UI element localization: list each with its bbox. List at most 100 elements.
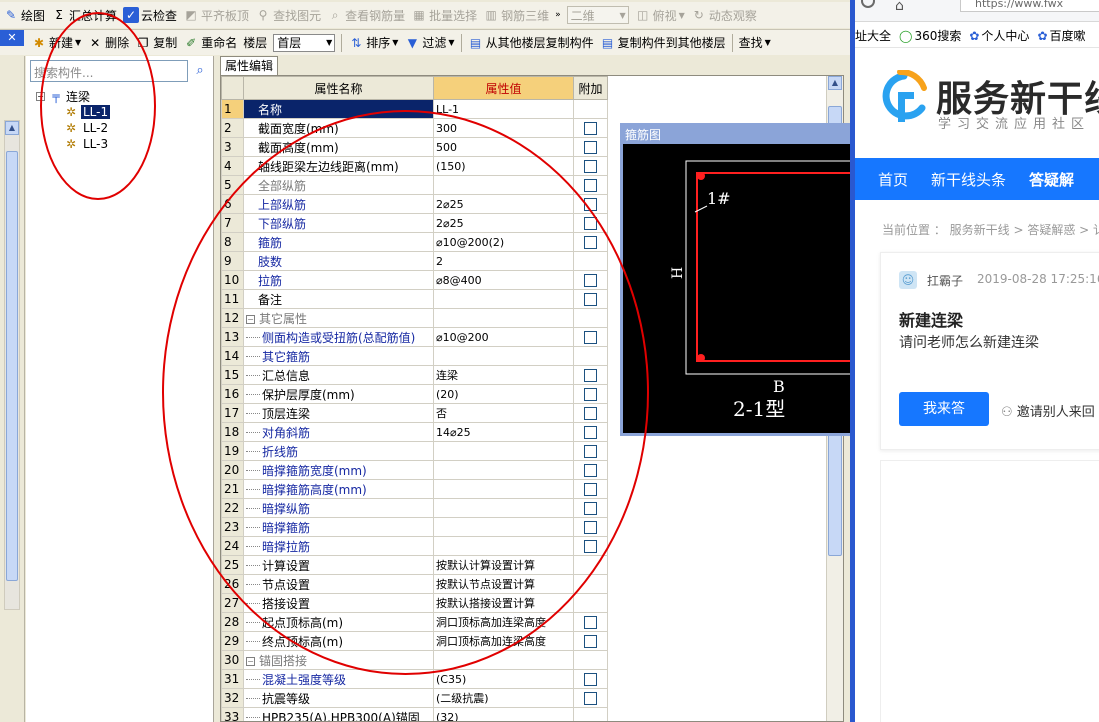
stirrup-window-title[interactable]: 箍筋图 (623, 126, 850, 144)
property-value[interactable]: ⌀8@400 (433, 270, 574, 290)
dynamic-view-button[interactable]: ↻ 动态观察 (688, 4, 760, 26)
property-row[interactable]: 1 名称 LL-1 (221, 99, 608, 119)
copy-to-floor-button[interactable]: ▤ 复制构件到其他楼层 (597, 32, 729, 54)
find-element-button[interactable]: ⚲ 查找图元 (252, 4, 324, 26)
property-row[interactable]: 5 全部纵筋 (221, 175, 608, 195)
home-icon[interactable]: ⌂ (895, 0, 904, 14)
property-row[interactable]: 28 起点顶标高(m) 洞口顶标高加连梁高度 (221, 612, 608, 632)
attach-checkbox[interactable] (584, 331, 597, 344)
property-row[interactable]: 3 截面高度(mm) 500 (221, 137, 608, 157)
property-row[interactable]: 6 上部纵筋 2⌀25 (221, 194, 608, 214)
property-value[interactable]: 2 (433, 251, 574, 271)
property-row[interactable]: 14 其它箍筋 (221, 346, 608, 366)
attach-checkbox[interactable] (584, 616, 597, 629)
property-row[interactable]: 33 HPB235(A),HPB300(A)锚固 (32) (221, 707, 608, 721)
attach-checkbox[interactable] (584, 521, 597, 534)
tree-root-lianliang[interactable]: − ╤ 连梁 (36, 88, 110, 104)
property-value[interactable]: 按默认搭接设置计算 (433, 593, 574, 613)
attach-checkbox[interactable] (584, 236, 597, 249)
url-input[interactable]: https://www.fwx (960, 0, 1099, 12)
search-icon[interactable]: ⌕ (190, 60, 210, 82)
cloud-check-button[interactable]: ✓ 云检查 (120, 4, 180, 26)
bookmark-item[interactable]: ◯ 360搜索 (899, 27, 961, 44)
attach-checkbox[interactable] (584, 445, 597, 458)
top-view-button[interactable]: ◫ 俯视 ▼ (632, 4, 688, 26)
attach-checkbox[interactable] (584, 483, 597, 496)
property-value[interactable]: 连梁 (433, 365, 574, 385)
property-row[interactable]: 27 搭接设置 按默认搭接设置计算 (221, 593, 608, 613)
nav-headlines[interactable]: 新干线头条 (931, 169, 1006, 190)
draw-button[interactable]: ✎ 绘图 (0, 4, 48, 26)
tree-item-ll-1[interactable]: ✲ LL-1 (36, 104, 111, 120)
scroll-up-icon[interactable]: ▲ (828, 76, 842, 90)
bookmark-item[interactable]: ✿ 百度嗽 (1037, 27, 1085, 44)
attach-checkbox[interactable] (584, 122, 597, 135)
property-value[interactable]: 2⌀25 (433, 213, 574, 233)
avatar[interactable]: ☺ (899, 271, 917, 289)
component-search-input[interactable]: 搜索构件... (30, 60, 188, 82)
property-row[interactable]: 11 备注 (221, 289, 608, 309)
property-row[interactable]: 29 终点顶标高(m) 洞口顶标高加连梁高度 (221, 631, 608, 651)
property-value[interactable]: (150) (433, 156, 574, 176)
attach-checkbox[interactable] (584, 369, 597, 382)
property-value[interactable] (433, 536, 574, 556)
property-value[interactable] (433, 346, 574, 366)
property-row[interactable]: 10 拉筋 ⌀8@400 (221, 270, 608, 290)
property-row[interactable]: 31 混凝土强度等级 (C35) (221, 669, 608, 689)
attach-checkbox[interactable] (584, 673, 597, 686)
attach-checkbox[interactable] (584, 198, 597, 211)
property-row[interactable]: 21 暗撑箍筋高度(mm) (221, 479, 608, 499)
property-value[interactable] (433, 460, 574, 480)
property-value[interactable] (433, 517, 574, 537)
property-row[interactable]: 23 暗撑箍筋 (221, 517, 608, 537)
property-row[interactable]: 15 汇总信息 连梁 (221, 365, 608, 385)
tree-item-ll-3[interactable]: ✲ LL-3 (36, 136, 110, 152)
attach-checkbox[interactable] (584, 464, 597, 477)
property-row[interactable]: 2 截面宽度(mm) 300 (221, 118, 608, 138)
property-row[interactable]: 9 肢数 2 (221, 251, 608, 271)
property-value[interactable]: ⌀10@200 (433, 327, 574, 347)
scroll-up-icon[interactable]: ▲ (5, 121, 19, 135)
collapse-icon[interactable]: − (246, 656, 255, 666)
property-value[interactable]: 否 (433, 403, 574, 423)
attach-checkbox[interactable] (584, 293, 597, 306)
property-value[interactable]: 500 (433, 137, 574, 157)
view-mode-select[interactable]: 二维 ▼ (566, 6, 629, 24)
invite-button[interactable]: ⚇ 邀请别人来回 (1001, 401, 1095, 420)
batch-select-button[interactable]: ▦ 批量选择 (408, 4, 480, 26)
property-value[interactable] (433, 308, 574, 328)
attach-checkbox[interactable] (584, 692, 597, 705)
property-row[interactable]: 13 侧面构造或受扭筋(总配筋值) ⌀10@200 (221, 327, 608, 347)
property-value[interactable]: 洞口顶标高加连梁高度 (433, 612, 574, 632)
refresh-icon[interactable] (861, 0, 875, 8)
nav-scrollbar[interactable]: ▲ (4, 120, 20, 610)
copy-from-floor-button[interactable]: ▤ 从其他楼层复制构件 (465, 32, 597, 54)
property-value[interactable]: 洞口顶标高加连梁高度 (433, 631, 574, 651)
new-button[interactable]: ✱ 新建 ▼ (28, 32, 84, 54)
property-value[interactable]: 14⌀25 (433, 422, 574, 442)
property-row[interactable]: 32 抗震等级 (二级抗震) (221, 688, 608, 708)
find-button[interactable]: 查找 ▼ (736, 32, 774, 54)
bookmark-item[interactable]: ✿ 个人中心 (969, 27, 1029, 44)
property-row[interactable]: 24 暗撑拉筋 (221, 536, 608, 556)
property-row[interactable]: 12− 其它属性 (221, 308, 608, 328)
rebar-3d-button[interactable]: ▥ 钢筋三维 (480, 4, 552, 26)
site-logo[interactable]: 服务新干线 学习交流应用社区 (878, 66, 1099, 132)
attach-checkbox[interactable] (584, 160, 597, 173)
attach-checkbox[interactable] (584, 635, 597, 648)
property-row[interactable]: 26 节点设置 按默认节点设置计算 (221, 574, 608, 594)
tree-item-ll-2[interactable]: ✲ LL-2 (36, 120, 110, 136)
question-author[interactable]: 扛霸子 (927, 272, 963, 289)
property-value[interactable] (433, 441, 574, 461)
property-value[interactable] (433, 479, 574, 499)
toolbar-overflow-button[interactable]: » (552, 4, 564, 26)
property-value[interactable]: (C35) (433, 669, 574, 689)
view-rebar-qty-button[interactable]: ⌕ 查看钢筋量 (324, 4, 408, 26)
property-row[interactable]: 22 暗撑纵筋 (221, 498, 608, 518)
property-value[interactable]: 300 (433, 118, 574, 138)
property-value[interactable]: 按默认节点设置计算 (433, 574, 574, 594)
property-value[interactable]: (二级抗震) (433, 688, 574, 708)
rename-button[interactable]: ✐ 重命名 (180, 32, 240, 54)
attach-checkbox[interactable] (584, 407, 597, 420)
nav-qa[interactable]: 答疑解 (1029, 169, 1074, 190)
